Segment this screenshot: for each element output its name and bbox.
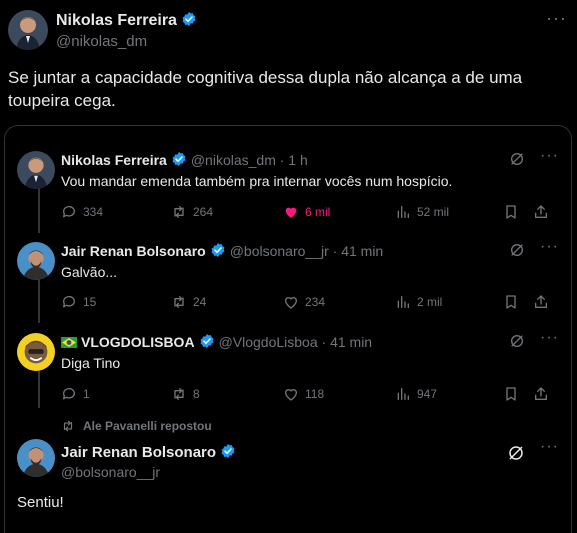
post-text: Vou mandar emenda também pra internar vo…	[61, 173, 453, 189]
post-author-handle[interactable]: @bolsonaro__jr	[61, 464, 160, 480]
post-text: Galvão...	[61, 264, 118, 280]
views-button[interactable]: 52 mil	[395, 204, 449, 220]
like-icon	[284, 297, 298, 309]
views-count: 947	[417, 387, 438, 401]
views-button[interactable]: 947	[395, 386, 437, 402]
like-icon	[285, 207, 297, 218]
grok-icon[interactable]	[509, 151, 525, 167]
post-header: VLOGDOLISBOA @VlogdoLisboa · 41 min	[61, 333, 372, 350]
post-author-name[interactable]: Nikolas Ferreira	[61, 152, 167, 168]
repost-count: 24	[193, 295, 207, 309]
like-button[interactable]: 234	[283, 294, 325, 310]
quoted-thread-card[interactable]: Nikolas Ferreira @nikolas_dm · 1 h ··· Vo…	[4, 125, 572, 533]
grok-icon[interactable]	[509, 242, 525, 258]
author-handle[interactable]: @nikolas_dm	[56, 33, 147, 50]
reply-button[interactable]: 15	[61, 294, 96, 310]
post-header: Jair Renan Bolsonaro @bolsonaro__jr · 41 …	[61, 242, 383, 259]
reply-icon	[62, 388, 75, 400]
like-button[interactable]: 6 mil	[283, 204, 330, 220]
views-icon	[397, 206, 409, 218]
post-text: Diga Tino	[61, 355, 121, 371]
reply-count: 1	[83, 387, 90, 401]
reply-icon	[62, 296, 75, 308]
thread-connector	[38, 368, 40, 408]
share-icon	[535, 205, 547, 218]
bookmark-icon	[506, 205, 516, 219]
post-actions: 15 24 234 2 mil	[61, 294, 551, 312]
post-author-name[interactable]: Jair Renan Bolsonaro	[61, 243, 206, 259]
repost-note-text: Ale Pavanelli repostou	[83, 419, 212, 433]
bookmark-icon	[506, 387, 516, 401]
repost-button[interactable]: 264	[171, 204, 213, 220]
share-icon	[535, 387, 547, 400]
repost-icon	[174, 388, 184, 400]
repost-button[interactable]: 24	[171, 294, 206, 310]
verified-badge-icon	[199, 333, 215, 349]
repost-note[interactable]: Ale Pavanelli repostou	[61, 419, 212, 433]
views-icon	[397, 388, 409, 400]
author-name[interactable]: Nikolas Ferreira	[56, 11, 197, 30]
views-count: 2 mil	[417, 295, 443, 309]
bookmark-icon	[506, 295, 516, 309]
reply-count: 334	[83, 205, 104, 219]
avatar[interactable]	[17, 151, 55, 189]
post-author-handle[interactable]: @nikolas_dm · 1 h	[191, 152, 308, 168]
verified-badge-icon	[210, 242, 226, 258]
verified-badge-icon	[220, 443, 236, 459]
views-icon	[397, 296, 409, 308]
tweet-text: Se juntar a capacidade cognitiva dessa d…	[8, 68, 523, 110]
repost-icon	[63, 420, 73, 432]
author-name-text[interactable]: Nikolas Ferreira	[56, 12, 177, 29]
like-button[interactable]: 118	[283, 386, 324, 402]
post-author-handle[interactable]: @VlogdoLisboa · 41 min	[219, 334, 373, 350]
repost-button[interactable]: 8	[171, 386, 200, 402]
repost-icon	[174, 206, 184, 218]
like-count: 6 mil	[305, 205, 331, 219]
like-count: 118	[305, 387, 325, 401]
post-author-handle[interactable]: @bolsonaro__jr · 41 min	[230, 243, 384, 259]
bookmark-button[interactable]	[503, 204, 525, 220]
share-button[interactable]	[533, 386, 555, 402]
avatar[interactable]	[17, 439, 55, 477]
post-text: Sentiu!	[17, 494, 64, 511]
share-icon	[535, 295, 547, 308]
views-button[interactable]: 2 mil	[395, 294, 442, 310]
post-actions: 334 264 6 mil 52 mil	[61, 204, 551, 222]
verified-badge-icon	[171, 151, 187, 167]
bookmark-button[interactable]	[503, 294, 525, 310]
avatar[interactable]	[17, 333, 55, 371]
post-author-name-text[interactable]: Jair Renan Bolsonaro	[61, 444, 216, 461]
repost-count: 8	[193, 387, 200, 401]
thread-connector	[38, 188, 40, 233]
repost-count: 264	[193, 205, 214, 219]
grok-icon[interactable]	[509, 333, 525, 349]
grok-icon[interactable]	[507, 444, 525, 462]
more-icon[interactable]: ···	[540, 329, 559, 347]
share-button[interactable]	[533, 204, 555, 220]
verified-badge-icon	[181, 11, 197, 27]
like-count: 234	[305, 295, 326, 309]
repost-icon	[174, 296, 184, 308]
views-count: 52 mil	[417, 205, 450, 219]
more-icon[interactable]: ···	[540, 147, 559, 165]
more-icon[interactable]: ···	[540, 438, 559, 456]
brazil-flag-icon	[61, 337, 77, 348]
bookmark-button[interactable]	[503, 386, 525, 402]
post-actions: 1 8 118 947	[61, 386, 551, 404]
thread-connector	[38, 278, 40, 323]
reply-count: 15	[83, 295, 97, 309]
share-button[interactable]	[533, 294, 555, 310]
reply-button[interactable]: 1	[61, 386, 90, 402]
post-author-name[interactable]: VLOGDOLISBOA	[81, 334, 195, 350]
post-author-name[interactable]: Jair Renan Bolsonaro	[61, 443, 236, 461]
more-icon[interactable]: ···	[540, 238, 559, 256]
avatar[interactable]	[17, 242, 55, 280]
like-icon	[284, 389, 298, 401]
post-header: Nikolas Ferreira @nikolas_dm · 1 h	[61, 151, 308, 168]
reply-icon	[62, 206, 75, 218]
author-avatar[interactable]	[8, 10, 48, 50]
reply-button[interactable]: 334	[61, 204, 103, 220]
more-icon[interactable]: ···	[546, 8, 567, 29]
